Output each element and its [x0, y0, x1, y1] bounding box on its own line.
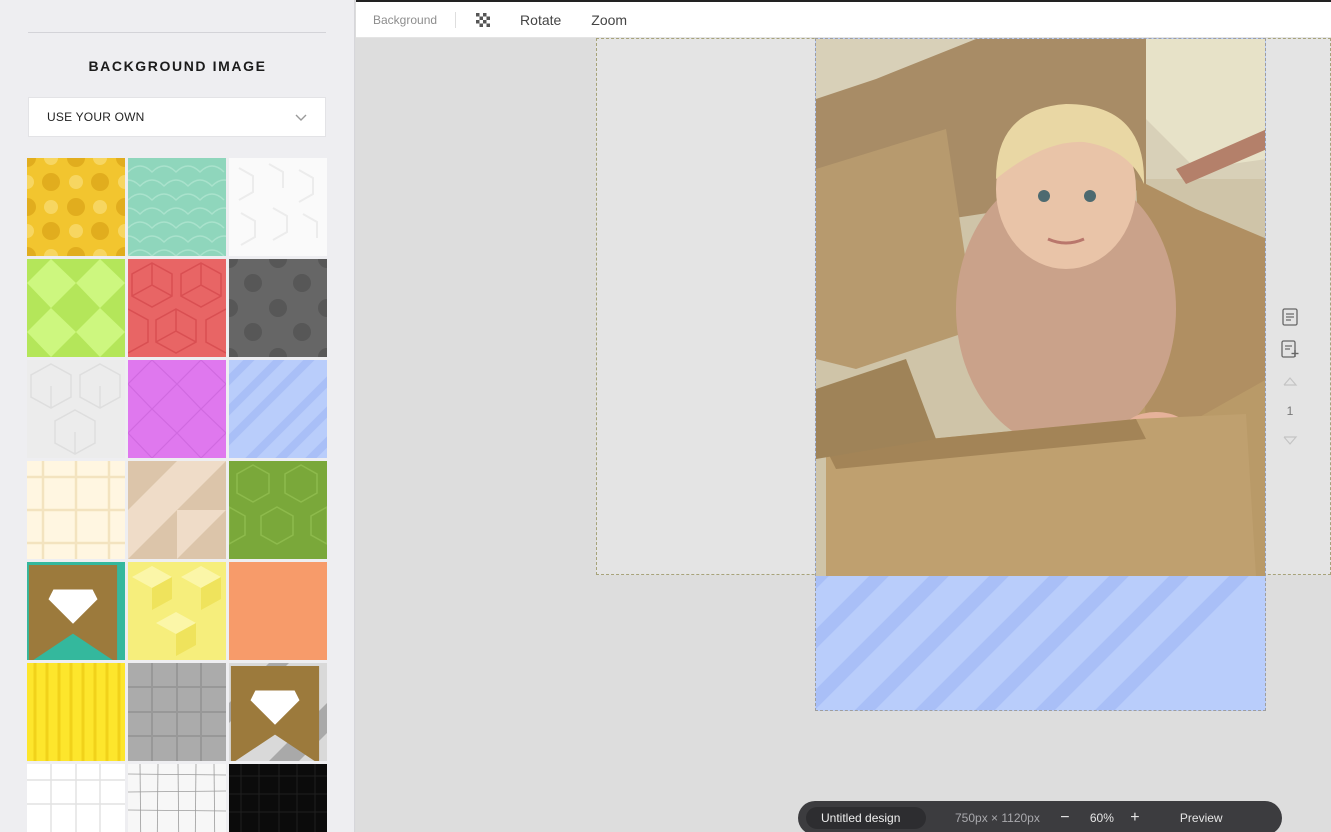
tile-mint-waves[interactable] — [128, 158, 226, 256]
sidebar-title: BACKGROUND IMAGE — [88, 58, 267, 74]
design-page[interactable] — [815, 38, 1266, 711]
tile-yellow-vertical-stripes[interactable] — [27, 663, 125, 761]
design-canvas: 1 — [356, 38, 1331, 832]
zoom-in-button[interactable]: + — [1128, 809, 1142, 827]
background-source-dropdown[interactable]: USE YOUR OWN — [28, 97, 326, 137]
rotate-button[interactable]: Rotate — [520, 12, 561, 28]
page-tools: 1 — [1278, 305, 1302, 461]
tile-green-hexagons[interactable] — [229, 461, 327, 559]
transparency-icon[interactable] — [476, 12, 491, 27]
tile-gray-dots[interactable] — [229, 259, 327, 357]
page-number: 1 — [1286, 404, 1294, 418]
background-sidebar: BACKGROUND IMAGE USE YOUR OWN — [0, 0, 355, 832]
tile-light-gray-cubes[interactable] — [27, 360, 125, 458]
move-page-down-icon[interactable] — [1278, 429, 1302, 453]
bottom-status-bar: Untitled design 750px × 1120px − 60% + P… — [798, 801, 1282, 832]
sidebar-divider — [28, 32, 326, 33]
toolbar-divider — [455, 11, 457, 28]
background-label: Background — [373, 12, 438, 27]
tile-teal-solid[interactable] — [27, 562, 125, 660]
tile-lime-argyle[interactable] — [27, 259, 125, 357]
design-dimensions: 750px × 1120px — [955, 811, 1040, 825]
tile-gray-diagonal[interactable] — [229, 663, 327, 761]
preview-button[interactable]: Preview — [1180, 811, 1223, 825]
tile-white-sketch-grid[interactable] — [128, 764, 226, 832]
tile-orange-solid[interactable] — [229, 562, 327, 660]
move-page-up-icon[interactable] — [1278, 369, 1302, 393]
premium-badge-icon — [230, 666, 320, 761]
background-tiles-grid — [27, 158, 328, 832]
premium-badge-icon — [28, 565, 118, 660]
tile-beige-triangles[interactable] — [128, 461, 226, 559]
zoom-button[interactable]: Zoom — [591, 12, 627, 28]
tile-blue-stripes[interactable] — [229, 360, 327, 458]
design-name-field[interactable]: Untitled design — [806, 807, 926, 829]
tile-cream-grid[interactable] — [27, 461, 125, 559]
zoom-out-button[interactable]: − — [1058, 809, 1072, 827]
tile-white-geometric[interactable] — [229, 158, 327, 256]
chevron-down-icon — [295, 114, 307, 121]
tile-yellow-dots[interactable] — [27, 158, 125, 256]
tile-black-grid[interactable] — [229, 764, 327, 832]
tile-gray-plaid[interactable] — [128, 663, 226, 761]
tile-red-cubes[interactable] — [128, 259, 226, 357]
child-in-box-photo[interactable] — [816, 39, 1265, 576]
zoom-level: 60% — [1089, 811, 1114, 825]
tile-white-grid[interactable] — [27, 764, 125, 832]
dropdown-selected-value: USE YOUR OWN — [47, 110, 145, 124]
add-page-icon[interactable] — [1278, 337, 1302, 361]
page-notes-icon[interactable] — [1278, 305, 1302, 329]
tile-pink-argyle[interactable] — [128, 360, 226, 458]
editor-toolbar: Background Rotate Zoom — [356, 0, 1331, 38]
tile-yellow-cubes[interactable] — [128, 562, 226, 660]
